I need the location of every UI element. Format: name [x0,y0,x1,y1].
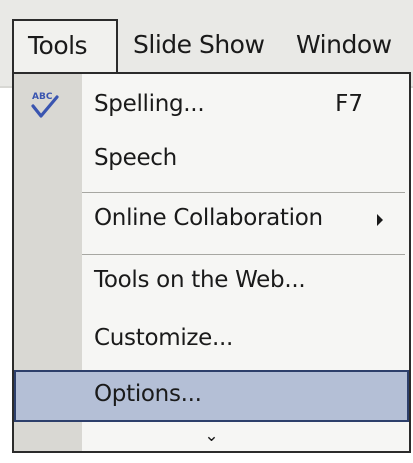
tools-dropdown-menu: ABC Spelling... F7 Speech Online Collabo… [12,72,411,453]
svg-text:ABC: ABC [32,92,53,102]
shortcut-label: F7 [335,91,363,117]
menu-item-label: Spelling... [94,91,205,117]
menu-item-customize[interactable]: Customize... [14,314,409,366]
menu-slide-show[interactable]: Slide Show [133,30,265,59]
menu-item-label: Online Collaboration [94,205,323,231]
spelling-check-icon: ABC [31,92,59,118]
menu-window[interactable]: Window [296,30,392,59]
menu-separator [82,192,405,193]
menu-item-label: Customize... [94,325,234,351]
menu-item-tools-on-the-web[interactable]: Tools on the Web... [14,256,409,308]
menu-item-spelling[interactable]: ABC Spelling... F7 [14,80,409,132]
menu-tools[interactable]: Tools [12,19,118,73]
menu-item-label: Speech [94,145,177,171]
menu-item-options[interactable]: Options... [14,370,409,422]
menu-separator [82,254,405,255]
expand-menu-chevron-icon[interactable]: ⌄ [14,424,409,449]
submenu-arrow-icon [377,214,383,226]
menu-item-speech[interactable]: Speech [14,134,409,186]
menu-item-online-collaboration[interactable]: Online Collaboration [14,194,409,246]
menu-item-label: Options... [94,381,202,407]
menu-item-label: Tools on the Web... [94,267,306,293]
